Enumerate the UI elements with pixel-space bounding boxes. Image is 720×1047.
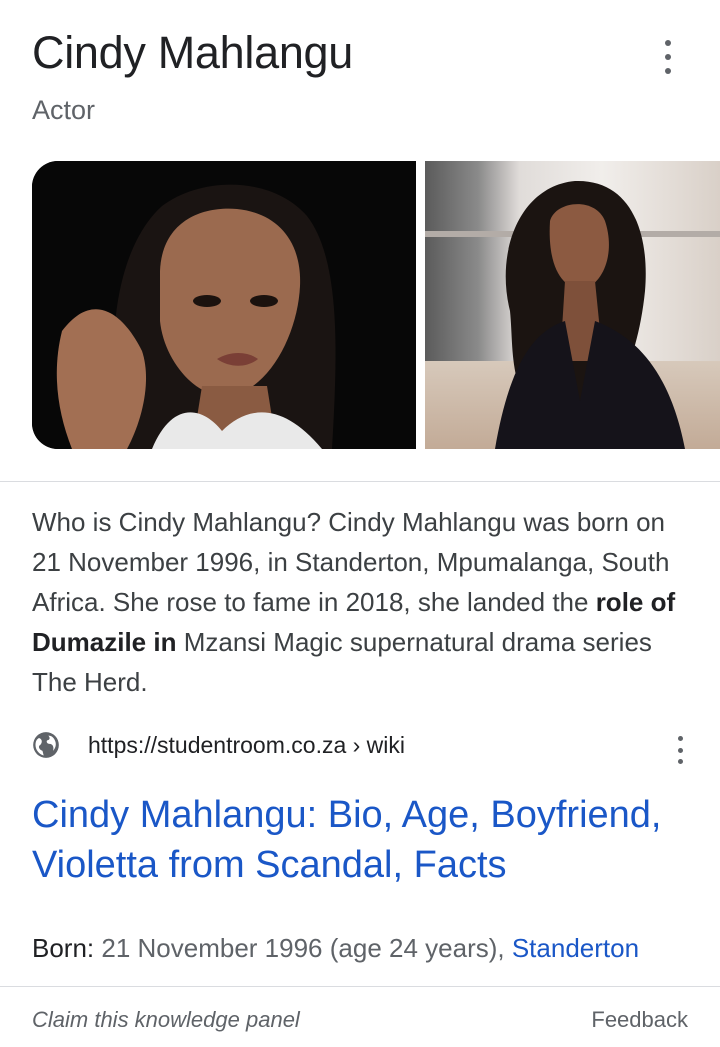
source-url[interactable]: https://studentroom.co.za › wiki (88, 732, 405, 759)
result-more-options-icon[interactable] (670, 736, 690, 764)
claim-panel-link[interactable]: Claim this knowledge panel (32, 1007, 300, 1033)
born-value: 21 November 1996 (age 24 years), (94, 933, 512, 963)
born-place-link[interactable]: Standerton (512, 933, 639, 963)
panel-header: Cindy Mahlangu Actor (32, 26, 692, 126)
description-part1: Who is Cindy Mahlangu? Cindy Mahlangu wa… (32, 507, 670, 617)
image-carousel (32, 161, 720, 449)
born-fact: Born: 21 November 1996 (age 24 years), S… (32, 930, 639, 966)
portrait-image-2[interactable] (425, 161, 720, 449)
source-row: https://studentroom.co.za › wiki (32, 728, 692, 764)
result-title-link[interactable]: Cindy Mahlangu: Bio, Age, Boyfriend, Vio… (32, 790, 702, 890)
description-text: Who is Cindy Mahlangu? Cindy Mahlangu wa… (32, 502, 682, 702)
footer-divider (0, 986, 720, 987)
more-options-icon[interactable] (656, 40, 680, 74)
portrait-image-1[interactable] (32, 161, 416, 449)
panel-subtitle: Actor (32, 95, 96, 125)
panel-title: Cindy Mahlangu (32, 27, 353, 78)
panel-footer: Claim this knowledge panel Feedback (32, 1002, 688, 1038)
feedback-link[interactable]: Feedback (591, 1007, 688, 1033)
section-divider (0, 481, 720, 482)
born-label: Born: (32, 933, 95, 963)
globe-icon[interactable] (32, 731, 60, 759)
